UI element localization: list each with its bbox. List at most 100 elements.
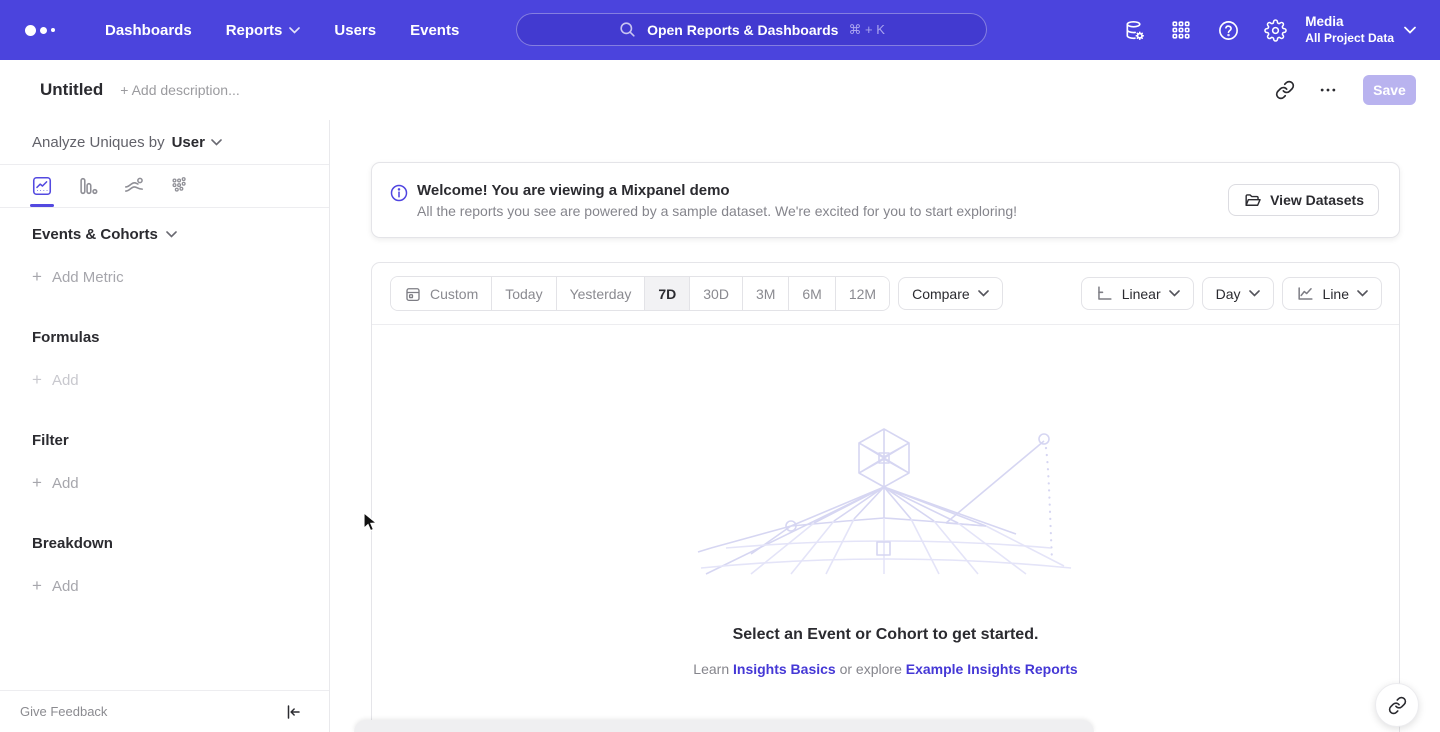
- nav-reports[interactable]: Reports: [226, 22, 301, 39]
- help-icon[interactable]: [1216, 18, 1240, 42]
- bar-chart-tab-icon: [77, 175, 99, 197]
- events-cohorts-header[interactable]: Events & Cohorts: [32, 226, 329, 243]
- report-chart-card: Custom Today Yesterday 7D 30D 3M 6M 12M …: [371, 262, 1400, 732]
- analyze-value-dropdown[interactable]: User: [172, 134, 222, 151]
- chevron-down-icon: [1249, 290, 1260, 297]
- line-chart-icon: [1296, 284, 1315, 303]
- report-header: Untitled + Add description... Save: [0, 60, 1440, 120]
- more-options-icon[interactable]: [1316, 78, 1340, 102]
- plus-icon: +: [32, 267, 42, 287]
- tab-bar-chart[interactable]: [75, 165, 101, 207]
- sidebar-sections: Events & Cohorts + Add Metric Formulas +…: [0, 226, 329, 596]
- empty-state-illustration: [696, 426, 1076, 576]
- mixpanel-logo[interactable]: [25, 25, 71, 36]
- save-button[interactable]: Save: [1363, 75, 1416, 105]
- range-12m-button[interactable]: 12M: [835, 277, 889, 310]
- data-management-icon[interactable]: [1122, 18, 1146, 42]
- plus-icon: +: [32, 473, 42, 493]
- chevron-down-icon: [1357, 290, 1368, 297]
- example-reports-link[interactable]: Example Insights Reports: [906, 661, 1078, 677]
- insights-basics-link[interactable]: Insights Basics: [733, 661, 836, 677]
- analyze-label: Analyze Uniques by: [32, 134, 165, 151]
- copy-link-icon[interactable]: [1273, 78, 1297, 102]
- plus-icon: +: [32, 370, 42, 390]
- range-label: Yesterday: [570, 286, 632, 302]
- project-selector[interactable]: Media All Project Data: [1305, 13, 1416, 46]
- filter-header: Filter: [32, 432, 329, 449]
- compare-button[interactable]: Compare: [898, 277, 1003, 310]
- project-name: Media: [1305, 13, 1394, 31]
- chart-type-tabs: [0, 165, 329, 208]
- compare-label: Compare: [912, 286, 970, 302]
- range-label: 6M: [802, 286, 821, 302]
- query-builder-sidebar: Analyze Uniques by User: [0, 120, 330, 732]
- welcome-banner: Welcome! You are viewing a Mixpanel demo…: [371, 162, 1400, 238]
- add-metric-button[interactable]: + Add Metric: [32, 267, 329, 287]
- range-label: 30D: [703, 286, 729, 302]
- plus-icon: +: [32, 576, 42, 596]
- next-card-peek: [354, 720, 1094, 732]
- add-formula-button[interactable]: + Add: [32, 370, 329, 390]
- settings-gear-icon[interactable]: [1263, 18, 1287, 42]
- chart-type-label: Line: [1323, 286, 1349, 302]
- report-description-placeholder[interactable]: + Add description...: [120, 82, 239, 98]
- logo-dot: [40, 27, 47, 34]
- range-yesterday-button[interactable]: Yesterday: [556, 277, 645, 310]
- range-today-button[interactable]: Today: [491, 277, 555, 310]
- banner-subtitle: All the reports you see are powered by a…: [417, 203, 1017, 219]
- chevron-down-icon: [289, 27, 300, 34]
- add-breakdown-button[interactable]: + Add: [32, 576, 329, 596]
- range-6m-button[interactable]: 6M: [788, 277, 834, 310]
- sidebar-footer: Give Feedback: [0, 690, 329, 732]
- logo-dot: [25, 25, 36, 36]
- main-content: Welcome! You are viewing a Mixpanel demo…: [330, 120, 1440, 732]
- banner-text: Welcome! You are viewing a Mixpanel demo…: [417, 182, 1017, 219]
- calendar-icon: [404, 285, 422, 303]
- collapse-sidebar-icon[interactable]: [284, 703, 302, 721]
- chevron-down-icon: [211, 139, 222, 146]
- range-label: 3M: [756, 286, 775, 302]
- report-header-actions: Save: [1254, 75, 1416, 105]
- tab-line-chart[interactable]: [29, 165, 55, 207]
- tab-flow-chart[interactable]: [121, 165, 147, 207]
- search-placeholder: Open Reports & Dashboards: [647, 22, 838, 38]
- flow-tab-icon: [123, 175, 145, 197]
- range-label: Custom: [430, 286, 478, 302]
- interval-dropdown[interactable]: Day: [1202, 277, 1274, 310]
- share-link-fab[interactable]: [1375, 683, 1419, 727]
- give-feedback-link[interactable]: Give Feedback: [20, 704, 107, 719]
- explore-middle: or explore: [840, 661, 902, 677]
- nav-label: Users: [334, 22, 376, 39]
- global-search[interactable]: Open Reports & Dashboards ⌘ + K: [516, 13, 987, 46]
- range-label: 7D: [658, 286, 676, 302]
- learn-prefix: Learn: [693, 661, 729, 677]
- range-label: Today: [505, 286, 542, 302]
- nav-dashboards[interactable]: Dashboards: [105, 22, 192, 39]
- tab-scatter-chart[interactable]: [167, 165, 193, 207]
- add-metric-label: Add Metric: [52, 269, 124, 286]
- nav-label: Reports: [226, 22, 283, 39]
- empty-state: Select an Event or Cohort to get started…: [372, 325, 1399, 677]
- logo-dot: [51, 28, 55, 32]
- formulas-header: Formulas: [32, 329, 329, 346]
- range-7d-button[interactable]: 7D: [644, 277, 689, 310]
- empty-state-subtitle: Learn Insights Basics or explore Example…: [693, 661, 1077, 677]
- range-custom-button[interactable]: Custom: [391, 277, 491, 310]
- nav-events[interactable]: Events: [410, 22, 459, 39]
- view-datasets-button[interactable]: View Datasets: [1228, 184, 1379, 216]
- chart-display-controls: Linear Day Line: [1081, 277, 1382, 310]
- analyze-value: User: [172, 134, 205, 151]
- chevron-down-icon: [1169, 290, 1180, 297]
- link-icon: [1388, 696, 1407, 715]
- chart-type-dropdown[interactable]: Line: [1282, 277, 1382, 310]
- range-30d-button[interactable]: 30D: [689, 277, 742, 310]
- chevron-down-icon: [1404, 26, 1416, 34]
- apps-grid-icon[interactable]: [1169, 18, 1193, 42]
- nav-users[interactable]: Users: [334, 22, 376, 39]
- report-title[interactable]: Untitled: [40, 80, 103, 100]
- scale-dropdown[interactable]: Linear: [1081, 277, 1194, 310]
- range-3m-button[interactable]: 3M: [742, 277, 788, 310]
- add-filter-label: Add: [52, 475, 79, 492]
- add-filter-button[interactable]: + Add: [32, 473, 329, 493]
- range-label: 12M: [849, 286, 876, 302]
